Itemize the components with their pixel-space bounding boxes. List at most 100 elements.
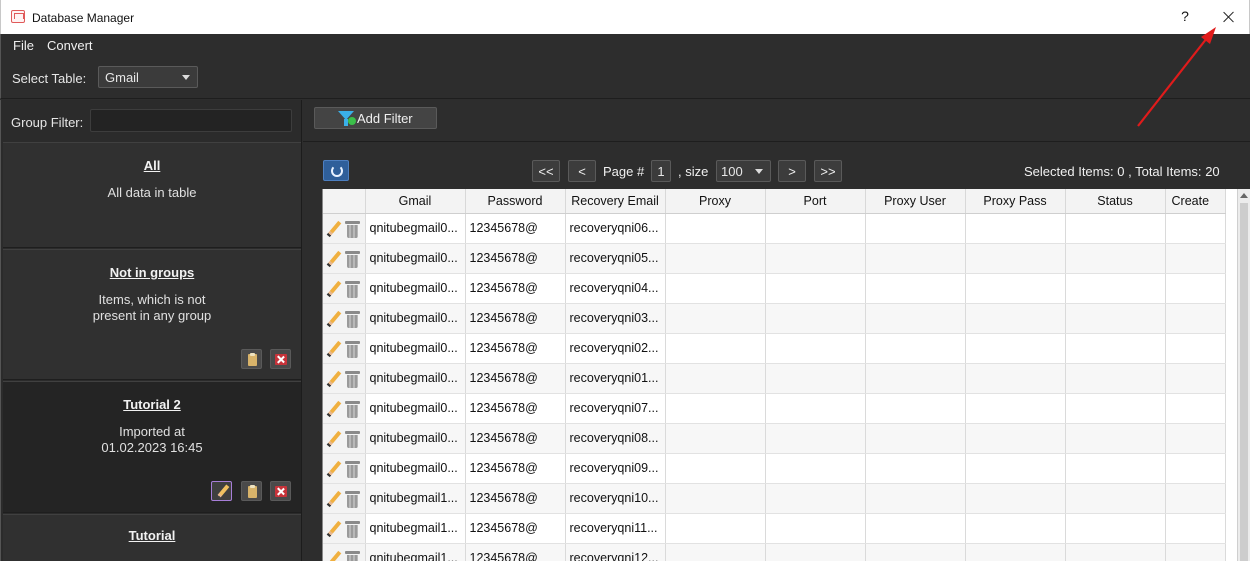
cell-proxy-pass[interactable]: [965, 213, 1066, 244]
pencil-icon[interactable]: [326, 460, 342, 477]
trash-icon[interactable]: [345, 340, 360, 358]
cell-status[interactable]: [1065, 303, 1166, 334]
cell-proxy-user[interactable]: [865, 303, 966, 334]
table-row[interactable]: qnitubegmail0... 12345678@ recoveryqni09..…: [323, 453, 1226, 484]
cell-recovery-email[interactable]: recoveryqni08...: [565, 423, 666, 454]
trash-icon[interactable]: [345, 550, 360, 561]
cell-proxy-user[interactable]: [865, 213, 966, 244]
cell-gmail[interactable]: qnitubegmail0...: [365, 423, 466, 454]
cell-gmail[interactable]: qnitubegmail0...: [365, 273, 466, 304]
cell-proxy-pass[interactable]: [965, 333, 1066, 364]
pencil-icon[interactable]: [326, 550, 342, 561]
cell-create[interactable]: [1165, 543, 1226, 561]
cell-create[interactable]: [1165, 303, 1226, 334]
cell-password[interactable]: 12345678@: [465, 423, 566, 454]
group-filter-input[interactable]: [90, 109, 292, 132]
cell-password[interactable]: 12345678@: [465, 453, 566, 484]
cell-port[interactable]: [765, 513, 866, 544]
cell-proxy-user[interactable]: [865, 483, 966, 514]
cell-proxy[interactable]: [665, 453, 766, 484]
cell-proxy-pass[interactable]: [965, 363, 1066, 394]
pencil-icon[interactable]: [326, 490, 342, 507]
cell-create[interactable]: [1165, 453, 1226, 484]
cell-recovery-email[interactable]: recoveryqni10...: [565, 483, 666, 514]
cell-status[interactable]: [1065, 423, 1166, 454]
group-item-tutorial-2[interactable]: Tutorial 2 Imported at 01.02.2023 16:45: [3, 381, 301, 513]
cell-status[interactable]: [1065, 453, 1166, 484]
cell-port[interactable]: [765, 393, 866, 424]
cell-recovery-email[interactable]: recoveryqni12...: [565, 543, 666, 561]
cell-proxy-pass[interactable]: [965, 273, 1066, 304]
cell-proxy[interactable]: [665, 513, 766, 544]
edit-group-button[interactable]: [211, 481, 232, 501]
column-header-status[interactable]: Status: [1065, 189, 1166, 214]
cell-create[interactable]: [1165, 333, 1226, 364]
cell-status[interactable]: [1065, 363, 1166, 394]
clipboard-button[interactable]: [241, 349, 262, 369]
table-select-dropdown[interactable]: Gmail: [98, 66, 198, 88]
pencil-icon[interactable]: [326, 400, 342, 417]
trash-icon[interactable]: [345, 250, 360, 268]
delete-group-button[interactable]: [270, 481, 291, 501]
column-header-recovery-email[interactable]: Recovery Email: [565, 189, 666, 214]
cell-gmail[interactable]: qnitubegmail0...: [365, 393, 466, 424]
cell-proxy-pass[interactable]: [965, 543, 1066, 561]
add-filter-button[interactable]: Add Filter: [314, 107, 437, 129]
cell-port[interactable]: [765, 213, 866, 244]
cell-password[interactable]: 12345678@: [465, 243, 566, 274]
cell-proxy-pass[interactable]: [965, 453, 1066, 484]
cell-proxy-user[interactable]: [865, 333, 966, 364]
cell-password[interactable]: 12345678@: [465, 333, 566, 364]
table-row[interactable]: qnitubegmail0... 12345678@ recoveryqni06..…: [323, 213, 1226, 244]
cell-proxy-user[interactable]: [865, 543, 966, 561]
scroll-thumb[interactable]: [1240, 203, 1248, 561]
cell-proxy[interactable]: [665, 393, 766, 424]
cell-create[interactable]: [1165, 363, 1226, 394]
table-row[interactable]: qnitubegmail0... 12345678@ recoveryqni03..…: [323, 303, 1226, 334]
table-row[interactable]: qnitubegmail0... 12345678@ recoveryqni07..…: [323, 393, 1226, 424]
table-row[interactable]: qnitubegmail1... 12345678@ recoveryqni11..…: [323, 513, 1226, 544]
page-size-select[interactable]: 100: [716, 160, 771, 182]
close-icon[interactable]: [1215, 4, 1243, 30]
cell-gmail[interactable]: qnitubegmail0...: [365, 453, 466, 484]
cell-proxy[interactable]: [665, 213, 766, 244]
prev-page-button[interactable]: <: [568, 160, 596, 182]
trash-icon[interactable]: [345, 280, 360, 298]
cell-gmail[interactable]: qnitubegmail1...: [365, 543, 466, 561]
cell-gmail[interactable]: qnitubegmail0...: [365, 303, 466, 334]
vertical-scrollbar[interactable]: [1237, 189, 1250, 561]
cell-recovery-email[interactable]: recoveryqni09...: [565, 453, 666, 484]
table-row[interactable]: qnitubegmail0... 12345678@ recoveryqni02..…: [323, 333, 1226, 364]
cell-gmail[interactable]: qnitubegmail0...: [365, 363, 466, 394]
cell-proxy[interactable]: [665, 273, 766, 304]
cell-password[interactable]: 12345678@: [465, 543, 566, 561]
cell-password[interactable]: 12345678@: [465, 363, 566, 394]
cell-recovery-email[interactable]: recoveryqni06...: [565, 213, 666, 244]
group-item-all[interactable]: All All data in table: [3, 142, 301, 248]
trash-icon[interactable]: [345, 430, 360, 448]
cell-proxy[interactable]: [665, 333, 766, 364]
cell-create[interactable]: [1165, 393, 1226, 424]
cell-status[interactable]: [1065, 393, 1166, 424]
cell-proxy-user[interactable]: [865, 423, 966, 454]
cell-create[interactable]: [1165, 273, 1226, 304]
cell-port[interactable]: [765, 453, 866, 484]
cell-proxy[interactable]: [665, 423, 766, 454]
table-row[interactable]: qnitubegmail0... 12345678@ recoveryqni04..…: [323, 273, 1226, 304]
next-page-button[interactable]: >: [778, 160, 806, 182]
pencil-icon[interactable]: [326, 340, 342, 357]
refresh-icon[interactable]: [323, 160, 349, 181]
cell-password[interactable]: 12345678@: [465, 213, 566, 244]
trash-icon[interactable]: [345, 460, 360, 478]
group-item-tutorial[interactable]: Tutorial: [3, 514, 301, 561]
trash-icon[interactable]: [345, 370, 360, 388]
cell-create[interactable]: [1165, 243, 1226, 274]
cell-proxy-user[interactable]: [865, 393, 966, 424]
cell-recovery-email[interactable]: recoveryqni05...: [565, 243, 666, 274]
cell-password[interactable]: 12345678@: [465, 303, 566, 334]
cell-status[interactable]: [1065, 513, 1166, 544]
cell-gmail[interactable]: qnitubegmail0...: [365, 213, 466, 244]
menu-convert[interactable]: Convert: [47, 38, 93, 53]
cell-status[interactable]: [1065, 273, 1166, 304]
cell-proxy-user[interactable]: [865, 363, 966, 394]
